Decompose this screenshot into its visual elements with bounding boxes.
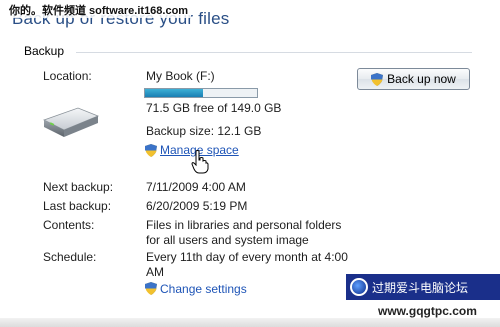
page-bottom-edge xyxy=(0,318,500,327)
drive-icon xyxy=(42,107,100,137)
forum-watermark-badge: 过期爱斗电脑论坛 xyxy=(346,274,500,300)
contents-label: Contents: xyxy=(43,218,95,232)
shield-icon xyxy=(371,72,384,86)
forum-url: www.gqgtpc.com xyxy=(378,304,477,318)
backup-restore-window: Back up or restore your files 你的。软件频道 so… xyxy=(0,0,500,327)
last-backup-value: 6/20/2009 5:19 PM xyxy=(146,199,248,213)
section-title-backup: Backup xyxy=(24,44,65,58)
next-backup-value: 7/11/2009 4:00 AM xyxy=(146,180,246,194)
schedule-value: Every 11th day of every month at 4:00 AM xyxy=(146,250,348,279)
disk-free-text: 71.5 GB free of 149.0 GB xyxy=(146,101,282,115)
back-up-now-label: Back up now xyxy=(387,72,456,86)
change-settings-link[interactable]: Change settings xyxy=(160,282,247,296)
site-watermark: 你的。软件频道 software.it168.com xyxy=(6,2,192,18)
backup-size: Backup size: 12.1 GB xyxy=(146,124,262,138)
section-divider xyxy=(76,52,472,53)
location-label: Location: xyxy=(43,69,92,83)
contents-value: Files in libraries and personal folders … xyxy=(146,218,342,247)
forum-logo-icon xyxy=(350,278,368,296)
disk-usage-bar xyxy=(144,88,258,98)
schedule-label: Schedule: xyxy=(43,250,97,264)
hand-cursor-icon xyxy=(191,150,209,174)
forum-badge-text: 过期爱斗电脑论坛 xyxy=(372,280,469,295)
back-up-now-button[interactable]: Back up now xyxy=(357,68,470,90)
last-backup-label: Last backup: xyxy=(43,199,112,213)
shield-icon xyxy=(145,282,157,295)
next-backup-label: Next backup: xyxy=(43,180,114,194)
disk-usage-fill xyxy=(145,89,204,97)
shield-icon xyxy=(145,144,157,157)
location-value: My Book (F:) xyxy=(146,69,215,83)
